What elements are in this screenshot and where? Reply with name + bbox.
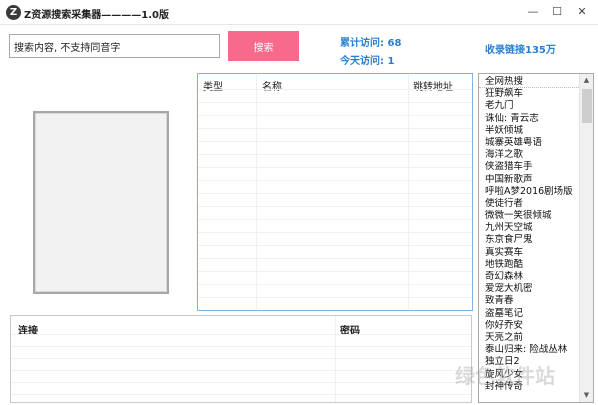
- table-row[interactable]: [198, 116, 472, 129]
- list-item[interactable]: 侠盗猎车手: [479, 161, 579, 173]
- list-item[interactable]: 呼啦A梦2016剧场版: [479, 186, 579, 198]
- table-row[interactable]: [198, 207, 472, 220]
- cover-image-frame: [33, 111, 169, 294]
- today-visits-label: 今天访问: 1: [340, 56, 395, 67]
- list-item[interactable]: 爱宠大机密: [479, 283, 579, 295]
- list-item[interactable]: 微微一笑很倾城: [479, 210, 579, 222]
- table-row[interactable]: [11, 347, 471, 359]
- list-item[interactable]: 天亮之前: [479, 332, 579, 344]
- list-item[interactable]: 诛仙: 青云志: [479, 113, 579, 125]
- search-input[interactable]: [9, 34, 220, 58]
- minimize-button[interactable]: —: [522, 4, 544, 20]
- list-item[interactable]: 盗墓笔记: [479, 308, 579, 320]
- table-row[interactable]: [198, 168, 472, 181]
- list-item[interactable]: 中国新歌声: [479, 174, 579, 186]
- scroll-down-arrow-icon[interactable]: ▼: [580, 389, 593, 402]
- table-row[interactable]: [198, 285, 472, 298]
- watermark: 绿色软件站: [455, 364, 555, 388]
- table-row[interactable]: [198, 142, 472, 155]
- table-row[interactable]: [198, 194, 472, 207]
- scroll-up-arrow-icon[interactable]: ▲: [580, 74, 593, 87]
- window-title: Z资源搜索采集器————1.0版: [24, 10, 169, 21]
- app-logo-icon: Z: [6, 5, 21, 20]
- table-row[interactable]: [198, 272, 472, 285]
- table-row[interactable]: [11, 383, 471, 395]
- hot-list-header: 全网热搜: [479, 76, 579, 89]
- scrollbar-thumb[interactable]: [582, 89, 592, 123]
- table-row[interactable]: [198, 129, 472, 142]
- list-item[interactable]: 海洋之歌: [479, 149, 579, 161]
- hot-list-scrollbar[interactable]: ▲ ▼: [579, 74, 593, 402]
- list-item[interactable]: 狂野飙车: [479, 88, 579, 100]
- list-item[interactable]: 老九门: [479, 100, 579, 112]
- table-row[interactable]: [198, 233, 472, 246]
- table-row[interactable]: [11, 335, 471, 347]
- list-item[interactable]: 地铁跑酷: [479, 259, 579, 271]
- links-count-label: 收录链接135万: [485, 45, 556, 56]
- table-row[interactable]: [11, 359, 471, 371]
- credentials-table[interactable]: 连接 密码: [10, 315, 472, 403]
- hot-search-list[interactable]: 全网热搜 狂野飙车 老九门 诛仙: 青云志 半妖倾城 城寨英雄粤语 海洋之歌 侠…: [478, 73, 594, 403]
- close-button[interactable]: ✕: [571, 4, 593, 20]
- table-row[interactable]: [198, 90, 472, 103]
- list-item[interactable]: 致青春: [479, 295, 579, 307]
- list-item[interactable]: 半妖倾城: [479, 125, 579, 137]
- results-table[interactable]: 类型 名称 跳转地址: [197, 73, 473, 311]
- table-row[interactable]: [198, 259, 472, 272]
- list-item[interactable]: 真实赛车: [479, 247, 579, 259]
- table-header-row: [198, 74, 472, 90]
- list-item[interactable]: 九州天空城: [479, 222, 579, 234]
- table-row[interactable]: [198, 246, 472, 259]
- title-bar: Z Z资源搜索采集器————1.0版 — ☐ ✕: [0, 0, 598, 25]
- list-item[interactable]: 使徒行者: [479, 198, 579, 210]
- list-item[interactable]: 你好乔安: [479, 320, 579, 332]
- list-item[interactable]: 城寨英雄粤语: [479, 137, 579, 149]
- maximize-button[interactable]: ☐: [546, 4, 568, 20]
- list-item[interactable]: 东京食尸鬼: [479, 234, 579, 246]
- list-item[interactable]: 泰山归来: 险战丛林: [479, 344, 579, 356]
- table-row[interactable]: [198, 155, 472, 168]
- table-row[interactable]: [198, 181, 472, 194]
- total-visits-label: 累计访问: 68: [340, 38, 402, 49]
- table-row[interactable]: [198, 103, 472, 116]
- table-row[interactable]: [198, 220, 472, 233]
- table-row[interactable]: [11, 371, 471, 383]
- list-item[interactable]: 奇幻森林: [479, 271, 579, 283]
- search-button[interactable]: 搜索: [228, 31, 299, 61]
- table-header-row: [11, 316, 471, 335]
